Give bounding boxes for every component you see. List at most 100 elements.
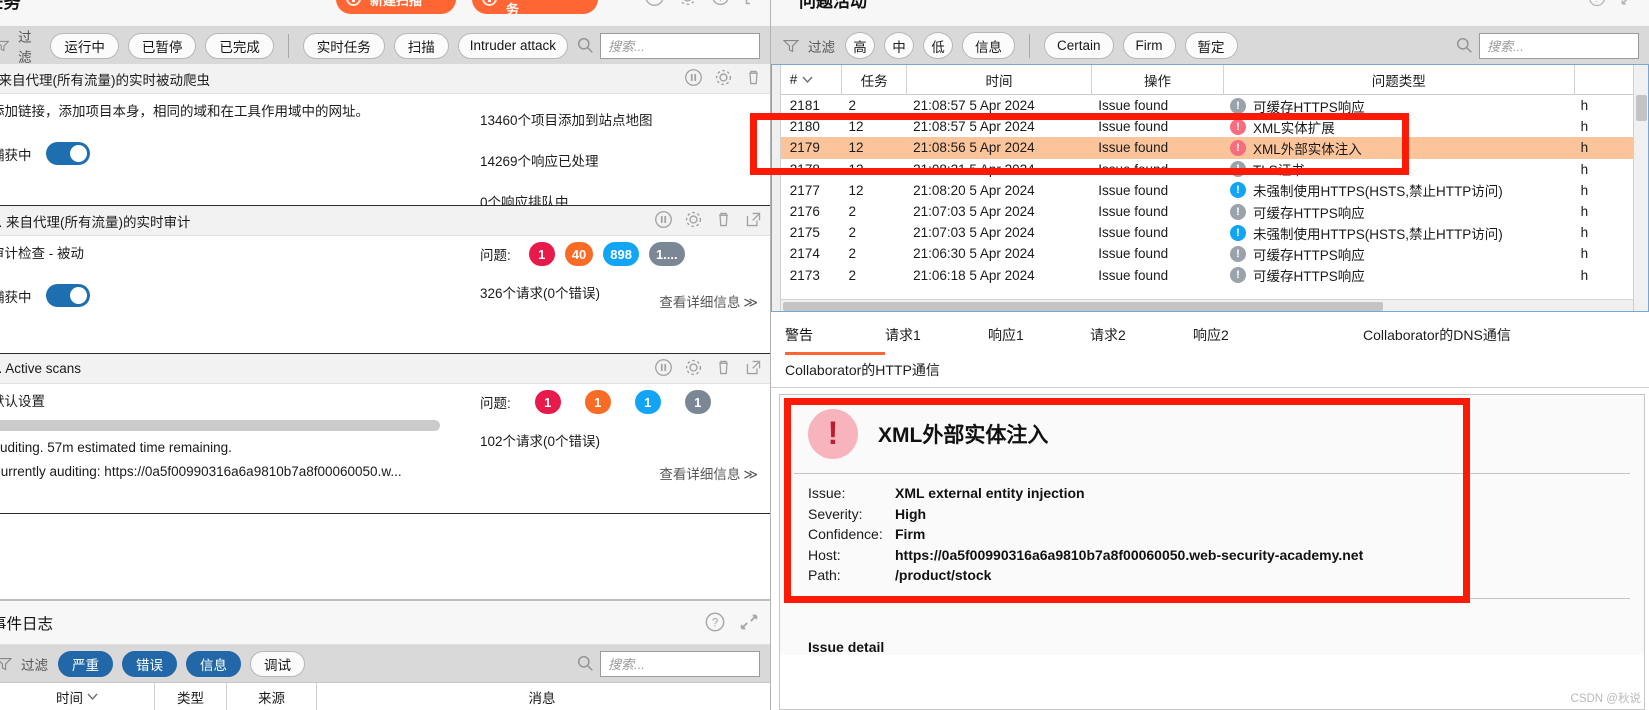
expand-icon[interactable] [1619, 0, 1639, 8]
filter-chip-paused[interactable]: 已暂停 [127, 32, 197, 59]
log-chip-info[interactable]: 信息 [186, 650, 241, 677]
issue-activity-pane: 问题活动 ? 过滤 高 中 低 信息 Certain Firm 暂定 搜索... [770, 0, 1649, 710]
tab-response-2[interactable]: 响应2 [1193, 320, 1363, 355]
tab-request-2[interactable]: 请求2 [1090, 320, 1193, 355]
cell-host: h [1580, 140, 1589, 156]
column-header-time[interactable]: 时间 [907, 65, 1093, 95]
issue-badge-info[interactable]: 1 [634, 390, 661, 414]
help-icon[interactable]: ? [1587, 0, 1607, 8]
severity-chip-low[interactable]: 低 [923, 32, 953, 59]
popout-icon[interactable] [744, 210, 763, 229]
shield-icon[interactable] [644, 0, 665, 7]
table-row[interactable]: 2178 12 21:08:21 5 Apr 2024 Issue found! TLS… [781, 159, 1634, 180]
view-details-link[interactable]: 查看详细信息 ≫ [659, 291, 758, 311]
cell-issue-type: ! 可缓存HTTPS响应 [1224, 202, 1575, 222]
trash-icon[interactable] [714, 358, 733, 377]
table-row[interactable]: 2173 2 21:06:18 5 Apr 2024 Issue found! 可缓存H… [781, 265, 1634, 286]
expand-icon[interactable] [738, 611, 760, 633]
funnel-icon[interactable] [783, 39, 799, 53]
funnel-icon[interactable] [0, 657, 12, 671]
tab-collaborator-http[interactable]: Collaborator的HTTP通信 [785, 355, 1649, 387]
issue-badge-other[interactable]: 1.... [648, 242, 685, 266]
issue-badge-other[interactable]: 1 [684, 390, 711, 414]
severity-chip-high[interactable]: 高 [845, 32, 875, 59]
cell-action: Issue found [1098, 98, 1169, 114]
task-card-actions [654, 210, 763, 229]
log-chip-critical[interactable]: 严重 [58, 650, 113, 677]
capture-toggle[interactable] [45, 142, 90, 165]
column-header-source[interactable]: 来源 [227, 682, 317, 710]
column-header-type[interactable]: 类型 [155, 682, 227, 710]
trash-icon[interactable] [744, 68, 763, 87]
table-row[interactable]: 2175 2 21:07:03 5 Apr 2024 Issue found! 未强制使… [781, 222, 1634, 243]
funnel-icon[interactable] [0, 39, 10, 53]
severity-chip-medium[interactable]: 中 [884, 32, 914, 59]
trash-icon[interactable] [714, 210, 733, 229]
issue-badge-high[interactable]: 1 [528, 242, 555, 266]
gear-icon[interactable] [714, 68, 733, 87]
severity-chip-info[interactable]: 信息 [962, 32, 1015, 59]
log-chip-debug[interactable]: 调试 [250, 650, 305, 677]
pause-icon[interactable] [654, 358, 673, 377]
new-project-task-button[interactable]: 新建项目任务 [472, 0, 598, 14]
filter-chip-completed[interactable]: 已完成 [205, 32, 274, 59]
capture-toggle[interactable] [45, 284, 90, 307]
column-header-action[interactable]: 操作 [1092, 65, 1224, 95]
table-row[interactable]: 2181 2 21:08:57 5 Apr 2024 Issue found! 可缓存H… [781, 95, 1634, 116]
table-row[interactable]: 2179 12 21:08:56 5 Apr 2024 Issue found! XML… [780, 137, 1634, 159]
column-header-number[interactable]: # [781, 65, 843, 95]
filter-chip-scan[interactable]: 扫描 [393, 32, 449, 59]
log-chip-error[interactable]: 错误 [122, 650, 177, 677]
popout-icon[interactable] [744, 358, 763, 377]
issues-table-vscrollbar[interactable] [1633, 65, 1648, 311]
column-header-message[interactable]: 消息 [317, 683, 767, 710]
field-value: XML external entity injection [895, 485, 1085, 501]
confidence-chip-tentative[interactable]: 暂定 [1184, 32, 1238, 59]
help-icon[interactable]: ? [710, 0, 731, 7]
filter-chip-intruder-attack[interactable]: Intruder attack [457, 32, 569, 59]
tab-warning[interactable]: 警告 [785, 320, 885, 355]
column-header-time[interactable]: 时间 [0, 682, 155, 710]
expand-icon[interactable] [743, 0, 764, 7]
tasks-search-input[interactable]: 搜索... [600, 32, 761, 59]
tab-request-1[interactable]: 请求1 [885, 320, 988, 355]
search-icon[interactable] [577, 37, 594, 54]
gear-icon[interactable] [684, 210, 703, 229]
filter-chip-live-task[interactable]: 实时任务 [302, 32, 385, 59]
issues-table-header: # 任务 时间 操作 问题类型 [780, 65, 1634, 95]
tab-response-1[interactable]: 响应1 [988, 320, 1090, 355]
issue-detail-section-header: Issue detail [808, 638, 885, 655]
table-row[interactable]: 2174 2 21:06:30 5 Apr 2024 Issue found! 可缓存H… [781, 243, 1634, 264]
filter-chip-running[interactable]: 运行中 [50, 32, 119, 59]
event-log-search-input[interactable]: 搜索... [600, 650, 760, 677]
help-icon[interactable]: ? [704, 611, 726, 633]
pause-icon[interactable] [654, 210, 673, 229]
tasks-filter-bar: 过滤 运行中 已暂停 已完成 实时任务 扫描 Intruder attack 搜… [0, 27, 770, 65]
task-description: 添加链接，添加项目本身，相同的域和在工具作用域中的网址。 [0, 104, 369, 119]
issue-badge-medium[interactable]: 40 [564, 242, 594, 266]
issue-badge-medium[interactable]: 1 [584, 390, 611, 414]
issue-type-label: 可缓存HTTPS响应 [1252, 269, 1365, 285]
column-header-task[interactable]: 任务 [842, 65, 907, 95]
issues-search-input[interactable]: 搜索... [1479, 32, 1639, 59]
table-row[interactable]: 2176 2 21:07:03 5 Apr 2024 Issue found! 可缓存H… [781, 201, 1634, 222]
search-icon[interactable] [577, 655, 594, 672]
column-label: # [789, 72, 798, 87]
confidence-chip-certain[interactable]: Certain [1044, 32, 1114, 59]
issue-badge-info[interactable]: 898 [603, 242, 639, 266]
issues-table-hscrollbar[interactable] [780, 299, 1634, 311]
view-details-link[interactable]: 查看详细信息 ≫ [659, 463, 758, 483]
pause-icon[interactable] [684, 68, 703, 87]
table-row[interactable]: 2177 12 21:08:20 5 Apr 2024 Issue found! 未强制… [781, 180, 1634, 201]
tab-collaborator-dns[interactable]: Collaborator的DNS通信 [1363, 320, 1593, 355]
search-icon[interactable] [1456, 37, 1473, 54]
gear-icon[interactable] [684, 358, 703, 377]
cell-host: h [1580, 161, 1589, 177]
column-header-issue-type[interactable]: 问题类型 [1224, 65, 1575, 95]
gear-icon[interactable] [677, 0, 698, 7]
confidence-chip-firm[interactable]: Firm [1122, 32, 1176, 59]
column-header-host[interactable] [1575, 65, 1634, 95]
new-scan-button[interactable]: 新建扫描 [336, 0, 456, 14]
table-row[interactable]: 2180 12 21:08:57 5 Apr 2024 Issue found! XML… [781, 116, 1634, 137]
issue-badge-high[interactable]: 1 [534, 390, 561, 414]
